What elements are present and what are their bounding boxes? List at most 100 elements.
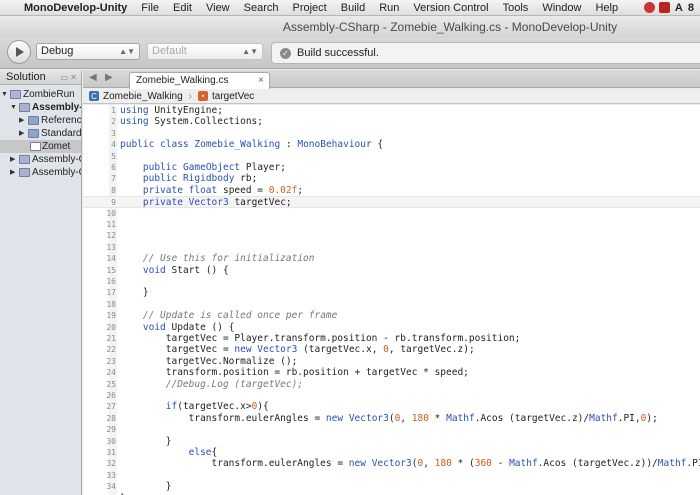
- configuration-select[interactable]: Debug ▲▼: [36, 43, 140, 60]
- tree-item[interactable]: ▼ ZombieRun: [0, 88, 81, 101]
- tab-forward-icon[interactable]: ▶: [105, 72, 113, 83]
- pane-controls-icon[interactable]: ▭ ✕: [61, 73, 77, 82]
- code-line[interactable]: 34 }: [83, 481, 700, 492]
- code-line[interactable]: 9 private Vector3 targetVec;: [83, 196, 700, 208]
- shield-icon[interactable]: [658, 2, 670, 13]
- code-line[interactable]: 10: [83, 208, 700, 219]
- code-line[interactable]: 6 public GameObject Player;: [83, 162, 700, 173]
- disclosure-closed-icon[interactable]: ▶: [19, 127, 24, 140]
- path-member[interactable]: targetVec: [212, 91, 254, 102]
- menu-bar: MonoDevelop-Unity File Edit View Search Proj…: [0, 0, 700, 16]
- project-icon: [19, 168, 30, 177]
- close-icon[interactable]: ×: [258, 73, 264, 88]
- code-line[interactable]: 22 targetVec = new Vector3 (targetVec.x,…: [83, 344, 700, 355]
- code-text: }: [120, 435, 172, 447]
- run-button[interactable]: [7, 40, 31, 64]
- path-class[interactable]: Zomebie_Walking: [103, 91, 183, 102]
- menu-file[interactable]: File: [141, 2, 159, 14]
- code-line[interactable]: 7 public Rigidbody rb;: [83, 173, 700, 184]
- menu-version-control[interactable]: Version Control: [413, 2, 488, 14]
- code-text: void Update () {: [142, 321, 235, 333]
- menu-project[interactable]: Project: [293, 2, 327, 14]
- tree-item[interactable]: ▼ Assembly-C: [0, 101, 81, 114]
- code-line[interactable]: 24 transform.position = rb.position + ta…: [83, 367, 700, 378]
- tab-zomebie-walking[interactable]: Zomebie_Walking.cs ×: [129, 72, 270, 89]
- code-line[interactable]: 5: [83, 151, 700, 162]
- disclosure-closed-icon[interactable]: ▶: [10, 153, 15, 166]
- line-number: 30: [106, 436, 116, 446]
- toolbar: Debug ▲▼ Default ▲▼ ✓ Build successful.: [0, 38, 700, 69]
- project-icon: [19, 103, 30, 112]
- tree-item[interactable]: ▶ References: [0, 114, 81, 127]
- menu-run[interactable]: Run: [379, 2, 399, 14]
- notification-icon[interactable]: [643, 2, 655, 13]
- code-line[interactable]: 12: [83, 230, 700, 241]
- code-line[interactable]: 31 else{: [83, 447, 700, 458]
- font-icon[interactable]: A: [674, 2, 684, 14]
- menu-build[interactable]: Build: [341, 2, 365, 14]
- line-number: 5: [111, 151, 116, 161]
- code-editor[interactable]: 1 using UnityEngine; 2 using System.Collect…: [83, 105, 700, 495]
- disclosure-open-icon[interactable]: ▼: [1, 88, 8, 101]
- code-line[interactable]: 16: [83, 276, 700, 287]
- menu-help[interactable]: Help: [595, 2, 618, 14]
- project-icon: [19, 155, 30, 164]
- tree-item[interactable]: ▶ Standard A: [0, 127, 81, 140]
- disclosure-closed-icon[interactable]: ▶: [10, 166, 15, 179]
- code-line[interactable]: 32 transform.eulerAngles = new Vector3(0…: [83, 458, 700, 469]
- menu-window[interactable]: Window: [542, 2, 581, 14]
- code-line[interactable]: 23 targetVec.Normalize ();: [83, 356, 700, 367]
- menu-edit[interactable]: Edit: [173, 2, 192, 14]
- code-line[interactable]: 18: [83, 299, 700, 310]
- platform-select: Default ▲▼: [147, 43, 263, 60]
- menu-app-name[interactable]: MonoDevelop-Unity: [24, 2, 127, 14]
- code-line[interactable]: 27 if(targetVec.x>0){: [83, 401, 700, 412]
- configuration-value: Debug: [41, 45, 74, 57]
- platform-value: Default: [152, 45, 187, 57]
- disclosure-open-icon[interactable]: ▼: [10, 101, 17, 114]
- menu-tools[interactable]: Tools: [503, 2, 529, 14]
- code-line[interactable]: 13: [83, 242, 700, 253]
- code-line[interactable]: 30 }: [83, 436, 700, 447]
- code-text: transform.eulerAngles = new Vector3(0, 1…: [120, 458, 700, 470]
- code-line[interactable]: 21 targetVec = Player.transform.position…: [83, 333, 700, 344]
- menu-view[interactable]: View: [206, 2, 230, 14]
- code-line[interactable]: 29: [83, 424, 700, 435]
- line-number: 14: [106, 254, 116, 264]
- code-text: targetVec.Normalize ();: [120, 355, 298, 367]
- document-tabstrip: ◀ ▶ Zomebie_Walking.cs ×: [83, 70, 700, 89]
- code-line[interactable]: 15 void Start () {: [83, 265, 700, 276]
- code-line[interactable]: 25 //Debug.Log (targetVec);: [83, 379, 700, 390]
- tray-count[interactable]: 8: [688, 2, 694, 14]
- code-text: transform.eulerAngles = new Vector3(0, 1…: [120, 412, 658, 424]
- disclosure-closed-icon[interactable]: ▶: [19, 114, 24, 127]
- code-line[interactable]: 11: [83, 219, 700, 230]
- code-line[interactable]: 4 public class Zomebie_Walking : MonoBeha…: [83, 139, 700, 150]
- code-line[interactable]: 8 private float speed = 0.02f;: [83, 185, 700, 196]
- menu-search[interactable]: Search: [244, 2, 279, 14]
- code-line[interactable]: 3: [83, 128, 700, 139]
- line-number: 20: [106, 322, 116, 332]
- code-line[interactable]: 1 using UnityEngine;: [83, 105, 700, 116]
- menu-tray: A 8: [643, 2, 700, 14]
- line-number: 18: [106, 299, 116, 309]
- code-text: public GameObject Player;: [142, 162, 286, 173]
- code-line[interactable]: 19 // Update is called once per frame: [83, 310, 700, 321]
- line-number: 27: [106, 402, 116, 412]
- code-text: targetVec = Player.transform.position - …: [120, 333, 521, 344]
- code-line[interactable]: 28 transform.eulerAngles = new Vector3(0…: [83, 413, 700, 424]
- code-line[interactable]: 26: [83, 390, 700, 401]
- tree-item[interactable]: ▶ Assembly-CS: [0, 166, 81, 179]
- tree-item[interactable]: ▶ Assembly-CS: [0, 153, 81, 166]
- code-line[interactable]: 20 void Update () {: [83, 322, 700, 333]
- solution-title: Solution: [6, 71, 46, 83]
- code-line[interactable]: 17 }: [83, 287, 700, 298]
- line-number: 29: [106, 425, 116, 435]
- line-number: 28: [106, 413, 116, 423]
- line-number: 12: [106, 231, 116, 241]
- code-line[interactable]: 14 // Use this for initialization: [83, 253, 700, 264]
- tree-item[interactable]: Zomet: [0, 140, 81, 153]
- code-line[interactable]: 33: [83, 470, 700, 481]
- tab-back-icon[interactable]: ◀: [89, 72, 97, 83]
- code-line[interactable]: 2 using System.Collections;: [83, 116, 700, 127]
